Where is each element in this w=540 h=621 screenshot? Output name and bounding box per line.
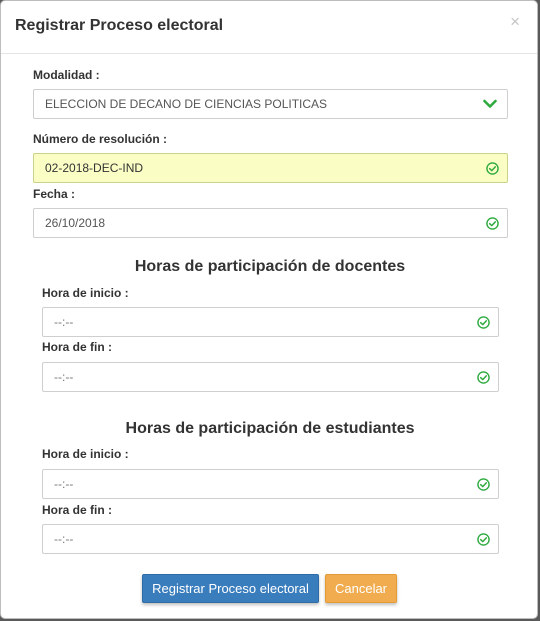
modalidad-value: ELECCION DE DECANO DE CIENCIAS POLITICAS: [45, 97, 328, 111]
check-circle-icon: [477, 477, 490, 491]
estudiantes-heading: Horas de participación de estudiantes: [125, 420, 415, 437]
modalidad-select[interactable]: ELECCION DE DECANO DE CIENCIAS POLITICAS: [33, 89, 508, 119]
estudiantes-inicio-label: Hora de inicio :: [42, 447, 129, 461]
check-circle-icon: [477, 370, 490, 384]
docentes-fin-value: --:--: [54, 370, 74, 384]
docentes-heading: Horas de participación de docentes: [134, 258, 406, 275]
docentes-inicio-label: Hora de inicio :: [42, 286, 129, 300]
modalidad-label: Modalidad :: [33, 68, 100, 82]
chevron-down-icon: [483, 99, 497, 108]
fecha-value: 26/10/2018: [45, 216, 106, 230]
docentes-inicio-value: --:--: [54, 315, 74, 329]
docentes-fin-input[interactable]: --:--: [42, 362, 499, 392]
estudiantes-fin-value: --:--: [54, 532, 74, 546]
docentes-fin-label: Hora de fin :: [42, 340, 113, 354]
register-process-modal: Registrar Proceso electoral × Modalidad …: [0, 0, 538, 619]
check-circle-icon: [486, 161, 499, 175]
cancel-button[interactable]: Cancelar: [325, 574, 397, 603]
resolucion-input[interactable]: 02-2018-DEC-IND: [33, 153, 508, 183]
check-circle-icon: [477, 532, 490, 546]
estudiantes-fin-input[interactable]: --:--: [42, 524, 499, 554]
fecha-label: Fecha :: [33, 187, 76, 201]
close-icon[interactable]: ×: [510, 13, 520, 30]
resolucion-label: Número de resolución :: [33, 132, 168, 146]
estudiantes-inicio-input[interactable]: --:--: [42, 469, 499, 499]
docentes-inicio-input[interactable]: --:--: [42, 307, 499, 337]
modal-header: Registrar Proceso electoral ×: [1, 1, 537, 54]
check-circle-icon: [477, 315, 490, 329]
resolucion-value: 02-2018-DEC-IND: [45, 161, 144, 175]
check-circle-icon: [486, 216, 499, 230]
estudiantes-fin-label: Hora de fin :: [42, 503, 113, 517]
register-button[interactable]: Registrar Proceso electoral: [142, 574, 319, 603]
modal-title: Registrar Proceso electoral: [15, 17, 224, 34]
estudiantes-inicio-value: --:--: [54, 477, 74, 491]
fecha-input[interactable]: 26/10/2018: [33, 208, 508, 238]
